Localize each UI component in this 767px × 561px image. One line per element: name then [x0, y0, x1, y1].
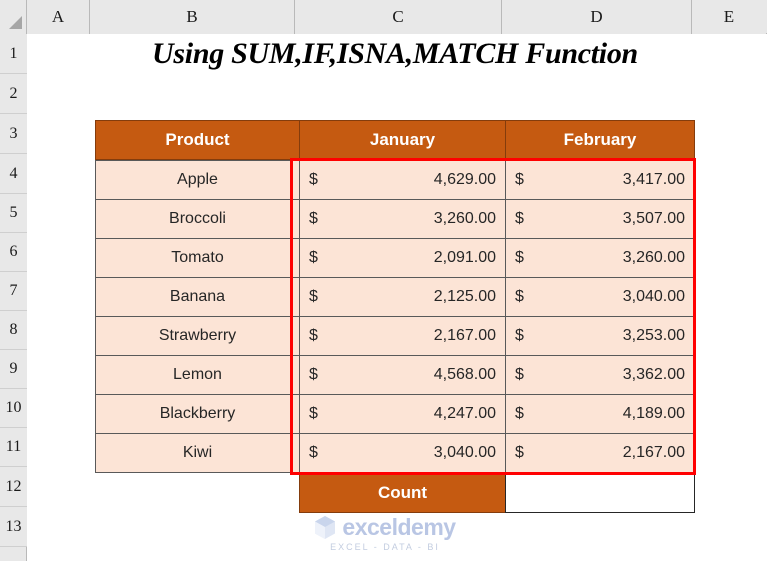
table-row[interactable]: Tomato — [95, 238, 300, 278]
table-row[interactable]: Lemon — [95, 355, 300, 395]
currency-symbol: $ — [515, 405, 524, 422]
table-cell-february[interactable]: $ 2,167.00 — [505, 433, 695, 473]
cell-value: 3,260.00 — [433, 210, 496, 227]
row-header-7[interactable]: 7 — [0, 272, 27, 311]
table-header-february: February — [505, 120, 695, 160]
table-cell-february[interactable]: $ 3,507.00 — [505, 199, 695, 239]
cell-value: 4,189.00 — [622, 405, 685, 422]
count-label: Count — [299, 473, 506, 513]
table-row[interactable]: Broccoli — [95, 199, 300, 239]
currency-symbol: $ — [515, 444, 524, 461]
table-cell-january[interactable]: $ 2,125.00 — [299, 277, 506, 317]
table-cell-january[interactable]: $ 4,247.00 — [299, 394, 506, 434]
currency-symbol: $ — [515, 171, 524, 188]
column-header-strip: A B C D E — [0, 0, 767, 34]
currency-symbol: $ — [309, 405, 318, 422]
exceldemy-logo-icon — [314, 515, 336, 540]
row-header-strip: 1 2 3 4 5 6 7 8 9 10 11 12 13 — [0, 34, 27, 561]
row-header-11[interactable]: 11 — [0, 428, 27, 467]
table-row[interactable]: Strawberry — [95, 316, 300, 356]
cell-value: 3,040.00 — [433, 444, 496, 461]
row-header-4[interactable]: 4 — [0, 154, 27, 194]
watermark-tagline: EXCEL - DATA - BI — [330, 542, 440, 552]
cell-value: 4,629.00 — [433, 171, 496, 188]
currency-symbol: $ — [309, 444, 318, 461]
cell-value: 3,362.00 — [622, 366, 685, 383]
exceldemy-watermark: exceldemy EXCEL - DATA - BI — [290, 512, 480, 554]
table-cell-february[interactable]: $ 3,260.00 — [505, 238, 695, 278]
table-cell-february[interactable]: $ 3,417.00 — [505, 160, 695, 200]
currency-symbol: $ — [515, 249, 524, 266]
table-row[interactable]: Kiwi — [95, 433, 300, 473]
cell-value: 2,091.00 — [433, 249, 496, 266]
cell-value: 3,260.00 — [622, 249, 685, 266]
row-header-8[interactable]: 8 — [0, 311, 27, 350]
currency-symbol: $ — [515, 288, 524, 305]
column-header-c[interactable]: C — [295, 0, 502, 34]
cell-value: 3,507.00 — [622, 210, 685, 227]
table-cell-february[interactable]: $ 3,253.00 — [505, 316, 695, 356]
currency-symbol: $ — [309, 366, 318, 383]
table-cell-january[interactable]: $ 2,167.00 — [299, 316, 506, 356]
spreadsheet-canvas: A B C D E 1 2 3 4 5 6 7 8 9 10 11 12 13 … — [0, 0, 767, 561]
row-header-13[interactable]: 13 — [0, 507, 27, 547]
cell-value: 4,568.00 — [433, 366, 496, 383]
row-header-10[interactable]: 10 — [0, 389, 27, 428]
currency-symbol: $ — [515, 366, 524, 383]
table-cell-february[interactable]: $ 3,040.00 — [505, 277, 695, 317]
table-cell-january[interactable]: $ 2,091.00 — [299, 238, 506, 278]
currency-symbol: $ — [309, 171, 318, 188]
row-header-2[interactable]: 2 — [0, 74, 27, 114]
column-header-a[interactable]: A — [27, 0, 90, 34]
row-header-1[interactable]: 1 — [0, 34, 27, 74]
page-title: Using SUM,IF,ISNA,MATCH Function — [152, 37, 638, 70]
cell-value: 4,247.00 — [433, 405, 496, 422]
row-header-3[interactable]: 3 — [0, 114, 27, 154]
select-all-triangle-icon — [9, 16, 22, 29]
table-row[interactable]: Banana — [95, 277, 300, 317]
cell-value: 2,167.00 — [622, 444, 685, 461]
row-header-6[interactable]: 6 — [0, 233, 27, 272]
table-header-product: Product — [95, 120, 300, 160]
column-header-d[interactable]: D — [502, 0, 692, 34]
table-cell-january[interactable]: $ 4,629.00 — [299, 160, 506, 200]
table-cell-february[interactable]: $ 4,189.00 — [505, 394, 695, 434]
select-all-button[interactable] — [0, 0, 27, 34]
column-header-b[interactable]: B — [90, 0, 295, 34]
cell-value: 3,417.00 — [622, 171, 685, 188]
cell-value: 3,040.00 — [622, 288, 685, 305]
watermark-brand: exceldemy — [342, 514, 456, 540]
cell-value: 2,125.00 — [433, 288, 496, 305]
table-row[interactable]: Apple — [95, 160, 300, 200]
column-header-e[interactable]: E — [692, 0, 766, 34]
currency-symbol: $ — [515, 210, 524, 227]
table-row[interactable]: Blackberry — [95, 394, 300, 434]
cell-value: 2,167.00 — [433, 327, 496, 344]
count-value-cell[interactable] — [505, 473, 695, 513]
row-header-12[interactable]: 12 — [0, 467, 27, 507]
currency-symbol: $ — [309, 249, 318, 266]
currency-symbol: $ — [309, 327, 318, 344]
grid-body: Using SUM,IF,ISNA,MATCH Function Product… — [27, 34, 767, 561]
currency-symbol: $ — [309, 288, 318, 305]
table-header-january: January — [299, 120, 506, 160]
table-cell-january[interactable]: $ 4,568.00 — [299, 355, 506, 395]
table-cell-february[interactable]: $ 3,362.00 — [505, 355, 695, 395]
cell-value: 3,253.00 — [622, 327, 685, 344]
table-cell-january[interactable]: $ 3,040.00 — [299, 433, 506, 473]
row-header-5[interactable]: 5 — [0, 194, 27, 233]
currency-symbol: $ — [515, 327, 524, 344]
table-cell-january[interactable]: $ 3,260.00 — [299, 199, 506, 239]
currency-symbol: $ — [309, 210, 318, 227]
row-header-9[interactable]: 9 — [0, 350, 27, 389]
